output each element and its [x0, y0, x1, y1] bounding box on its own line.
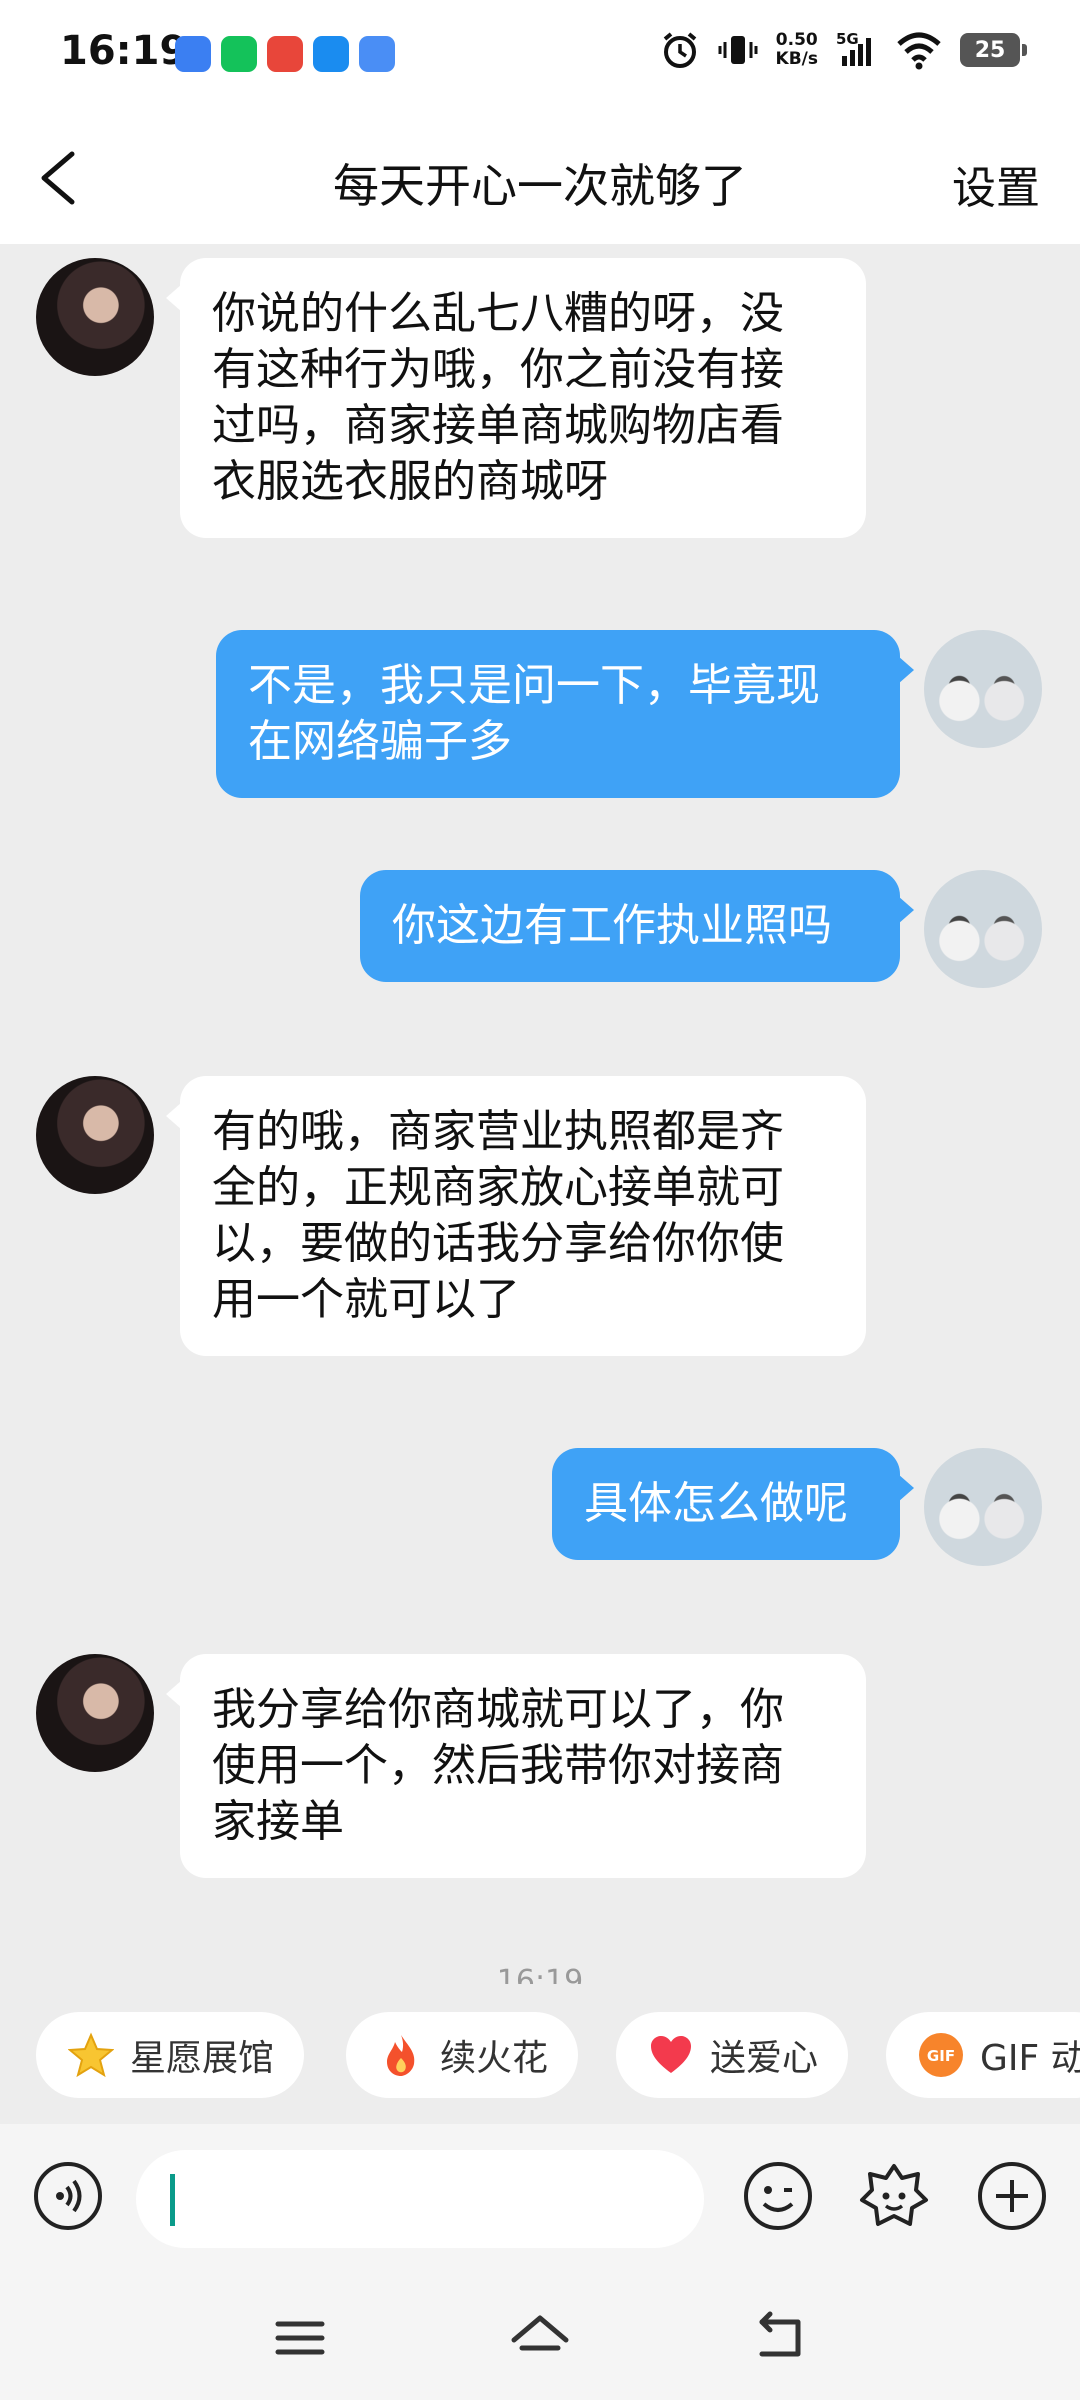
emoji-icon[interactable]	[742, 2160, 814, 2232]
outgoing-message[interactable]: 你这边有工作执业照吗	[360, 870, 914, 982]
heart-icon	[648, 2032, 694, 2078]
back-icon[interactable]	[748, 2306, 812, 2370]
my-avatar[interactable]	[924, 630, 1042, 748]
wechat-icon	[221, 36, 257, 72]
chat-header: 每天开心一次就够了 设置	[0, 112, 1080, 244]
vibrate-icon	[718, 36, 758, 64]
svg-text:GIF: GIF	[927, 2047, 955, 2065]
message-input[interactable]	[136, 2150, 704, 2248]
fire-icon	[378, 2032, 424, 2078]
contact-avatar[interactable]	[36, 1654, 154, 1772]
quick-action-star-gallery[interactable]: 星愿展馆	[36, 2012, 305, 2098]
incoming-message[interactable]: 有的哦，商家营业执照都是齐 全的，正规商家放心接单就可 以，要做的话我分享给你你…	[166, 1076, 866, 1356]
status-time: 16:19	[60, 28, 188, 74]
my-avatar[interactable]	[924, 870, 1042, 988]
chat-messages: 你说的什么乱七八糟的呀，没 有这种行为哦，你之前没有接 过吗，商家接单商城购物店…	[0, 244, 1080, 1984]
outgoing-message[interactable]: 不是，我只是问一下，毕竟现 在网络骗子多	[216, 630, 914, 798]
app-notification-icon	[359, 36, 395, 72]
contact-avatar[interactable]	[36, 1076, 154, 1194]
notification-icons	[175, 36, 395, 72]
quick-action-gif[interactable]: GIF GIF 动	[886, 2012, 1080, 2098]
incoming-message[interactable]: 我分享给你商城就可以了，你 使用一个，然后我带你对接商 家接单	[166, 1654, 866, 1878]
system-nav-bar	[0, 2276, 1080, 2400]
menu-icon[interactable]	[268, 2306, 332, 2370]
signal-icon: 5G	[836, 30, 878, 70]
net-speed: 0.50 KB/s	[775, 30, 818, 69]
message-timestamp: 16:19	[496, 1964, 584, 1984]
home-icon[interactable]	[508, 2306, 572, 2370]
quick-action-send-heart[interactable]: 送爱心	[616, 2012, 849, 2098]
app-notification-icon	[175, 36, 211, 72]
app-notification-icon	[313, 36, 349, 72]
settings-button[interactable]: 设置	[952, 152, 1040, 216]
my-avatar[interactable]	[924, 1448, 1042, 1566]
gif-icon: GIF	[918, 2032, 964, 2078]
outgoing-message[interactable]: 具体怎么做呢	[552, 1448, 914, 1560]
incoming-message[interactable]: 你说的什么乱七八糟的呀，没 有这种行为哦，你之前没有接 过吗，商家接单商城购物店…	[166, 258, 866, 538]
app-notification-icon	[267, 36, 303, 72]
status-bar: 16:19 0.50 KB/s 5G 25	[0, 0, 1080, 112]
contact-avatar[interactable]	[36, 258, 154, 376]
add-icon[interactable]	[976, 2160, 1048, 2232]
wifi-icon	[897, 32, 941, 70]
alarm-icon	[663, 32, 696, 68]
message-input-bar	[0, 2124, 1080, 2276]
quick-action-spark[interactable]: 续火花	[346, 2012, 579, 2098]
text-cursor	[170, 2174, 175, 2226]
status-right: 0.50 KB/s 5G 25	[660, 30, 1027, 70]
chat-title: 每天开心一次就够了	[333, 159, 747, 213]
battery-indicator: 25	[960, 33, 1027, 67]
star-icon	[68, 2032, 114, 2078]
voice-input-icon[interactable]	[32, 2160, 104, 2232]
quick-actions-bar: 星愿展馆 续火花 送爱心 GIF GIF 动	[0, 2012, 1080, 2102]
sticker-icon[interactable]	[858, 2160, 930, 2232]
